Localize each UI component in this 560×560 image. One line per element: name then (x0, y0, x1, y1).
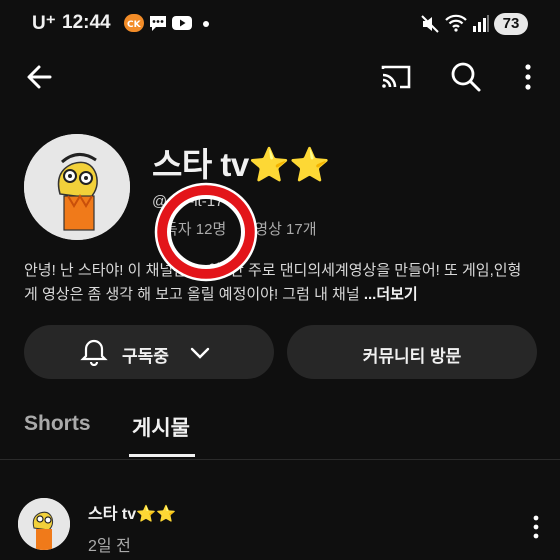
post-time: 2일 전 (88, 538, 131, 555)
battery-indicator: 73 (494, 13, 528, 35)
more-vert-icon[interactable] (506, 55, 550, 99)
channel-avatar[interactable] (24, 134, 130, 240)
clock: 12:44 (62, 12, 111, 33)
post-author-name[interactable]: 스타 tv⭐⭐ (88, 500, 176, 524)
channel-description[interactable]: 안녕! 난 스타야! 이 채널은 ... 야! 난 주로 댄디의세계영상을 만들… (24, 259, 524, 307)
post-more-icon[interactable] (516, 508, 556, 548)
community-label: 커뮤니티 방문 (362, 347, 462, 366)
notification-dot (203, 21, 209, 27)
community-button[interactable]: 커뮤니티 방문 (287, 325, 537, 379)
carrier-label: U⁺ (32, 13, 56, 34)
svg-text:CK: CK (127, 20, 142, 30)
signal-icon (472, 14, 490, 39)
wifi-icon (444, 13, 468, 38)
cast-icon[interactable] (374, 55, 418, 99)
back-arrow-icon[interactable] (18, 55, 62, 99)
messages-icon (148, 14, 168, 32)
post-author-avatar[interactable] (18, 498, 70, 550)
search-icon[interactable] (444, 55, 488, 99)
post-author-label: 스타 tv (88, 506, 137, 523)
more-link[interactable]: ...더보기 (364, 286, 418, 303)
bell-icon (80, 338, 108, 371)
subscribed-label: 구독중 (122, 347, 169, 366)
youtube-icon (172, 14, 192, 32)
post-star-icons: ⭐⭐ (136, 506, 176, 523)
mute-icon (420, 14, 440, 39)
tab-posts[interactable]: 게시물 (132, 412, 190, 442)
chevron-down-icon (188, 341, 212, 370)
active-tab-indicator (129, 454, 195, 457)
description-text: 안녕! 난 스타야! 이 채널은 ... 야! 난 주로 댄디의세계영상을 만들… (24, 262, 522, 303)
status-bar: U⁺ 12:44 CK 73 (0, 0, 560, 48)
video-count: 영상 17개 (254, 221, 317, 238)
chat-app-icon: CK (124, 14, 144, 32)
tab-shorts[interactable]: Shorts (24, 412, 91, 436)
tab-divider (0, 459, 560, 460)
subscribed-button[interactable]: 구독중 (24, 325, 274, 379)
annotation-ring (150, 178, 262, 286)
